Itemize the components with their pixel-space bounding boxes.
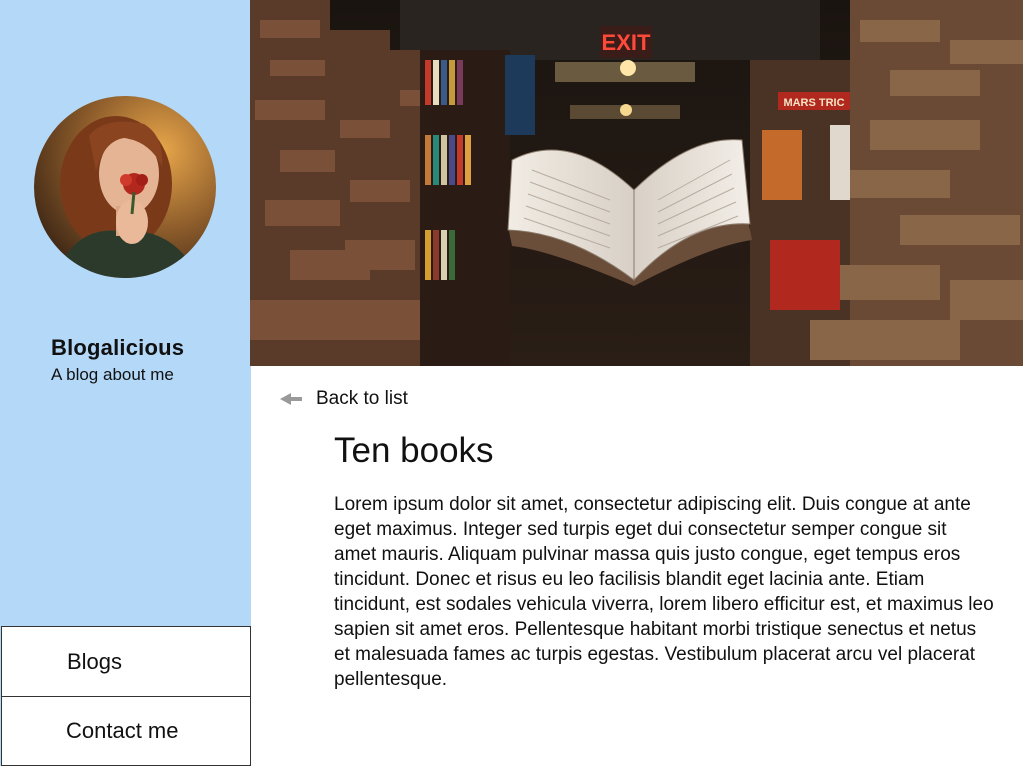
site-title: Blogalicious	[51, 335, 185, 360]
post-body: Lorem ipsum dolor sit amet, consectetur …	[334, 494, 994, 690]
back-to-list-link[interactable]: Back to list	[280, 386, 408, 412]
site-tagline: A blog about me	[51, 365, 174, 384]
left-arrow-icon	[280, 386, 304, 412]
post-title: Ten books	[334, 431, 494, 470]
hero-image: EXIT MARS TRIC	[250, 0, 1023, 366]
avatar-image	[34, 96, 216, 278]
exit-sign: EXIT	[602, 30, 651, 55]
avatar[interactable]	[34, 96, 216, 278]
shelf-label: MARS TRIC	[783, 97, 844, 109]
nav-contact-me[interactable]: Contact me	[1, 696, 251, 766]
nav-blogs[interactable]: Blogs	[1, 626, 251, 697]
back-to-list-label: Back to list	[316, 388, 408, 409]
